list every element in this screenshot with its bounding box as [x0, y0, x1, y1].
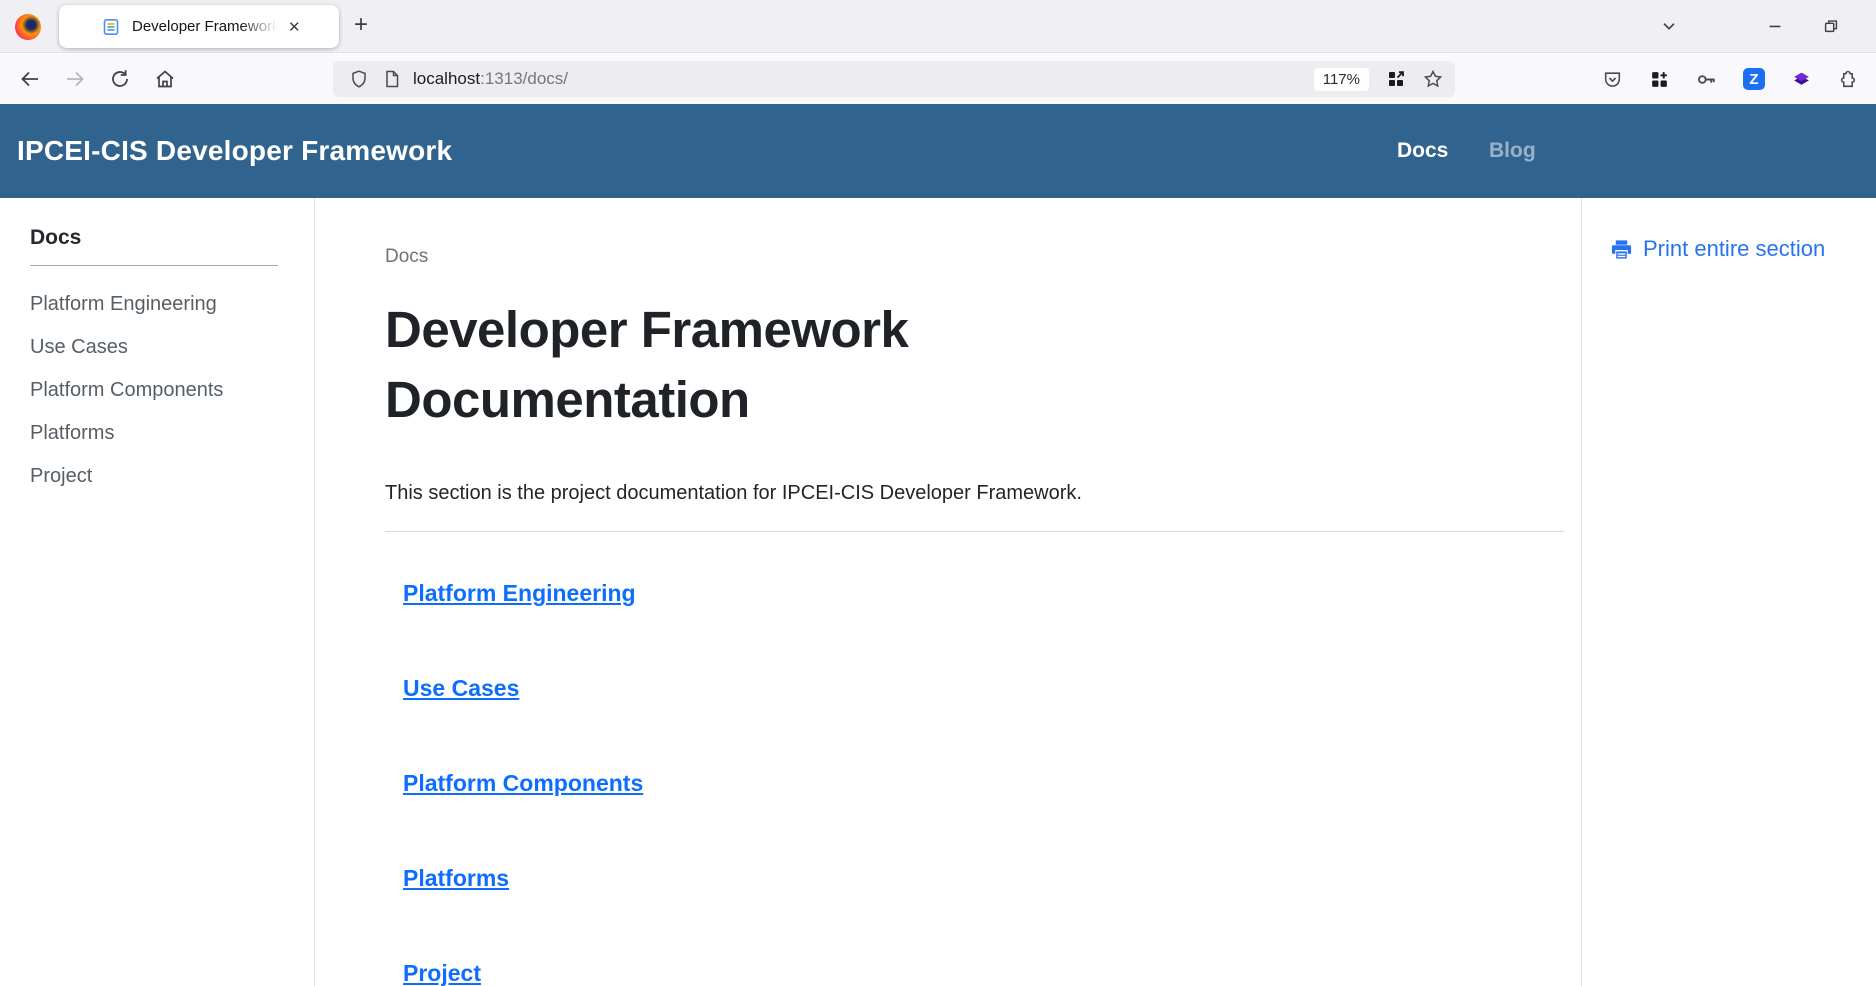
section-link-use-cases[interactable]: Use Cases: [403, 675, 519, 701]
page-title: Developer Framework Documentation: [385, 295, 1085, 435]
sidebar-item-platforms[interactable]: Platforms: [30, 421, 314, 445]
zoom-level-badge[interactable]: 117%: [1314, 68, 1369, 91]
content-divider: [385, 531, 1564, 532]
sidebar-item-platform-engineering[interactable]: Platform Engineering: [30, 292, 314, 316]
main-content: Docs Developer Framework Documentation T…: [315, 198, 1581, 986]
url-bar[interactable]: localhost:1313/docs/ 117%: [333, 61, 1455, 97]
purple-layers-icon[interactable]: [1791, 69, 1812, 90]
browser-window: Developer Framework Documentation ✕ +: [0, 0, 1876, 986]
sidebar-nav-list: Platform Engineering Use Cases Platform …: [30, 292, 314, 488]
container-grid-icon[interactable]: [1386, 69, 1406, 89]
page-content: Docs Platform Engineering Use Cases Plat…: [0, 198, 1876, 986]
section-link-platform-engineering[interactable]: Platform Engineering: [403, 580, 636, 606]
docs-sidebar: Docs Platform Engineering Use Cases Plat…: [0, 198, 315, 986]
home-button-icon[interactable]: [153, 67, 177, 91]
firefox-logo-icon: [15, 14, 41, 40]
printer-icon: [1610, 238, 1633, 261]
tracking-shield-icon[interactable]: [349, 69, 369, 89]
page-info-icon[interactable]: [383, 69, 401, 89]
forward-button-icon[interactable]: [63, 67, 87, 91]
breadcrumb: Docs: [385, 244, 1564, 269]
extensions-grid-plus-icon[interactable]: [1649, 69, 1670, 90]
section-link-platforms[interactable]: Platforms: [403, 865, 509, 891]
url-host: localhost: [413, 69, 480, 88]
sidebar-divider: [30, 265, 278, 266]
site-navbar: IPCEI-CIS Developer Framework Docs Blog: [0, 104, 1876, 198]
puzzle-piece-icon[interactable]: [1838, 69, 1859, 90]
password-key-icon[interactable]: [1696, 69, 1717, 90]
url-text[interactable]: localhost:1313/docs/: [413, 69, 568, 89]
pocket-icon[interactable]: [1602, 69, 1623, 90]
site-brand[interactable]: IPCEI-CIS Developer Framework: [17, 104, 452, 198]
page-tools-sidebar: Print entire section: [1581, 198, 1876, 986]
back-button-icon[interactable]: [18, 67, 42, 91]
sidebar-heading-docs[interactable]: Docs: [30, 224, 314, 252]
tab-close-icon[interactable]: ✕: [288, 18, 301, 36]
bookmark-star-icon[interactable]: [1423, 69, 1443, 89]
print-section-label: Print entire section: [1643, 236, 1825, 262]
section-index: Platform Engineering Use Cases Platform …: [385, 578, 1564, 986]
nav-link-docs[interactable]: Docs: [1397, 104, 1448, 198]
intro-paragraph: This section is the project documentatio…: [385, 479, 1564, 507]
tab-title: Developer Framework Documentation: [132, 18, 282, 35]
sidebar-item-project[interactable]: Project: [30, 464, 314, 488]
nav-link-blog[interactable]: Blog: [1489, 104, 1536, 198]
sidebar-item-platform-components[interactable]: Platform Components: [30, 378, 314, 402]
section-link-project[interactable]: Project: [403, 960, 481, 986]
print-section-link[interactable]: Print entire section: [1610, 236, 1876, 262]
browser-toolbar: localhost:1313/docs/ 117%: [0, 54, 1876, 104]
section-link-platform-components[interactable]: Platform Components: [403, 770, 643, 796]
tab-list-chevron-icon[interactable]: [1656, 13, 1682, 39]
new-tab-button[interactable]: +: [344, 9, 378, 43]
window-minimize-button[interactable]: [1762, 13, 1788, 39]
url-path: :1313/docs/: [480, 69, 568, 88]
browser-tab[interactable]: Developer Framework Documentation ✕: [59, 5, 339, 48]
window-restore-button[interactable]: [1818, 13, 1844, 39]
browser-titlebar: Developer Framework Documentation ✕ +: [0, 0, 1876, 53]
toolbar-extensions-area: Z: [1602, 54, 1876, 104]
reload-button-icon[interactable]: [108, 67, 132, 91]
tab-favicon-icon: [103, 19, 119, 35]
zotero-icon[interactable]: Z: [1743, 68, 1765, 90]
sidebar-item-use-cases[interactable]: Use Cases: [30, 335, 314, 359]
